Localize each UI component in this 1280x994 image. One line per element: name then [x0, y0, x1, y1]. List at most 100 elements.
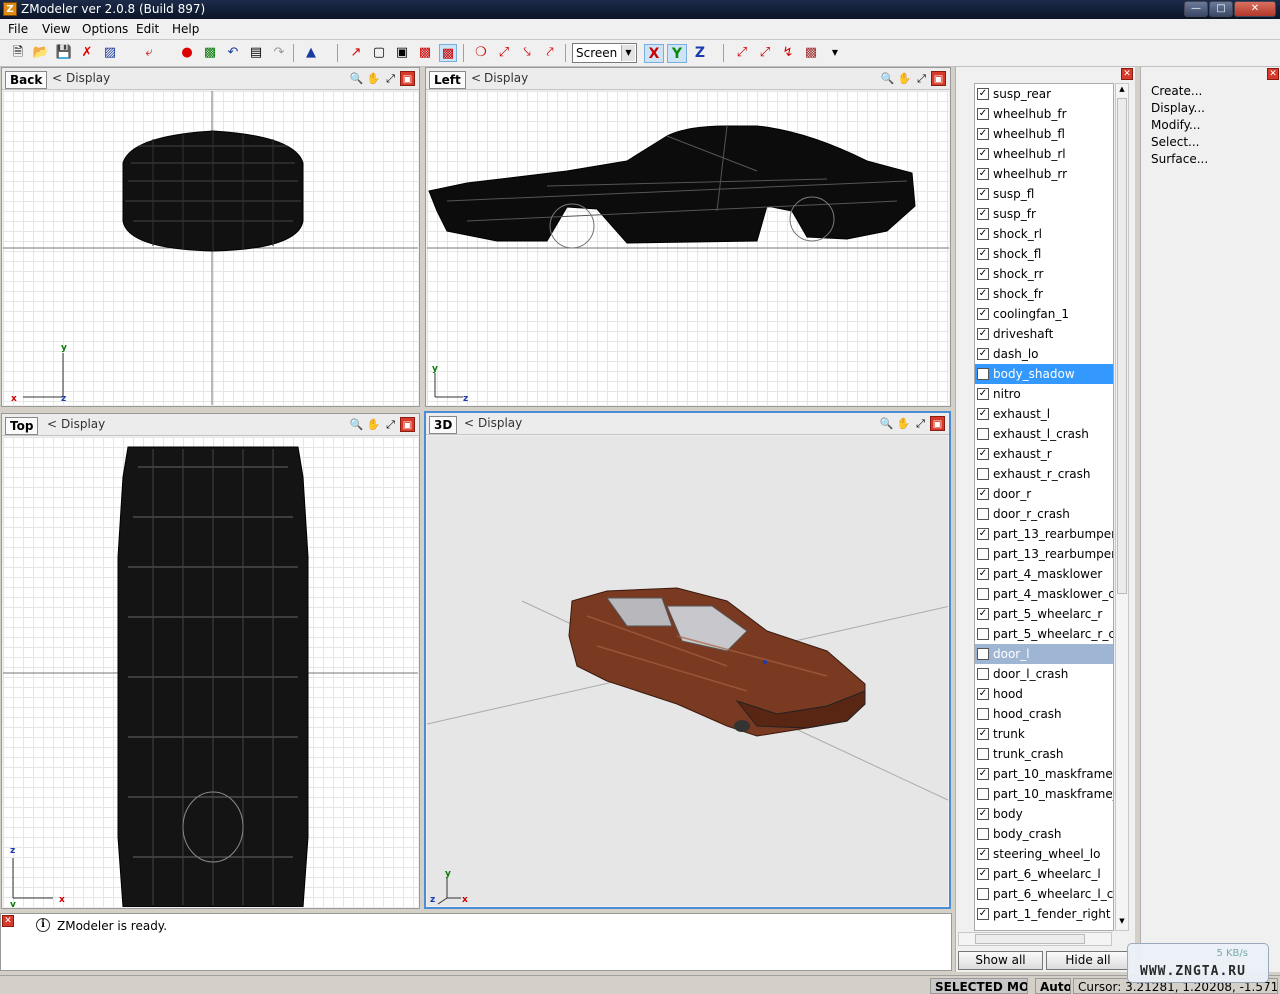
viewport-name[interactable]: Top [5, 417, 39, 435]
visibility-checkbox[interactable]: ✓ [977, 88, 989, 100]
visibility-checkbox[interactable]: ✓ [977, 648, 989, 660]
visibility-checkbox[interactable]: ✓ [977, 288, 989, 300]
maximize-viewport-icon[interactable]: ▣ [930, 416, 945, 431]
visibility-checkbox[interactable]: ✓ [977, 528, 989, 540]
list-item[interactable]: ✓ susp_fl [975, 184, 1113, 204]
visibility-checkbox[interactable]: ✓ [977, 128, 989, 140]
maximize-viewport-icon[interactable]: ▣ [400, 71, 415, 86]
snap-icon[interactable]: ⤢ [756, 44, 774, 62]
visibility-checkbox[interactable] [977, 508, 989, 520]
status-auto[interactable]: Auto [1035, 978, 1071, 994]
select-vertex-icon[interactable]: ↗ [347, 44, 365, 62]
undo-icon[interactable]: ⤶ [140, 44, 158, 62]
pan-hand-icon[interactable]: ✋ [897, 71, 912, 86]
visibility-checkbox[interactable] [977, 708, 989, 720]
list-item[interactable]: ✓ steering_wheel_lo [975, 844, 1113, 864]
select-face-icon[interactable]: ▣ [393, 44, 411, 62]
visibility-checkbox[interactable] [977, 428, 989, 440]
scroll-thumb[interactable] [1117, 98, 1127, 594]
visibility-checkbox[interactable]: ✓ [977, 448, 989, 460]
list-item[interactable]: trunk_crash [975, 744, 1113, 764]
visibility-checkbox[interactable]: ✓ [977, 608, 989, 620]
list-item[interactable]: part_4_masklower_cras [975, 584, 1113, 604]
list-item[interactable]: ✓ part_5_wheelarc_r [975, 604, 1113, 624]
properties-icon[interactable]: ▤ [247, 44, 265, 62]
list-item[interactable]: ✓ susp_rear [975, 84, 1113, 104]
object-list-scrollbar[interactable]: ▲ ▼ [1115, 83, 1129, 931]
list-item[interactable]: ✓ shock_rr [975, 264, 1113, 284]
rotate-icon[interactable]: ↶ [224, 44, 242, 62]
render-sphere-icon[interactable]: ● [178, 44, 196, 62]
visibility-checkbox[interactable]: ✓ [977, 408, 989, 420]
maximize-button[interactable]: □ [1209, 1, 1233, 17]
visibility-checkbox[interactable]: ✓ [977, 908, 989, 920]
scroll-up-icon[interactable]: ▲ [1117, 85, 1127, 97]
viewport-nav-button[interactable]: < [464, 416, 474, 430]
open-folder-icon[interactable]: 📂 [32, 44, 50, 62]
visibility-checkbox[interactable] [977, 368, 989, 380]
zoom-icon[interactable]: 🔍 [349, 417, 364, 432]
minimize-button[interactable]: — [1184, 1, 1208, 17]
viewport-3d[interactable]: 3D < Display 🔍 ✋ ⤢ ▣ y x z [424, 411, 951, 909]
visibility-checkbox[interactable] [977, 468, 989, 480]
viewport-canvas[interactable]: y x z [427, 436, 948, 906]
import-icon[interactable]: ▨ [101, 44, 119, 62]
viewport-nav-button[interactable]: < [471, 71, 481, 85]
list-item[interactable]: ✓ shock_fl [975, 244, 1113, 264]
list-item[interactable]: ✓ wheelhub_rl [975, 144, 1113, 164]
list-item[interactable]: body_crash [975, 824, 1113, 844]
show-all-button[interactable]: Show all [958, 951, 1043, 970]
viewport-left[interactable]: Left < Display 🔍 ✋ ⤢ ▣ y z [425, 67, 951, 407]
list-item[interactable]: ✓ exhaust_l [975, 404, 1113, 424]
command-select[interactable]: Select... [1151, 135, 1199, 149]
viewport-display-menu[interactable]: Display [61, 417, 105, 431]
visibility-checkbox[interactable] [977, 668, 989, 680]
zoom-icon[interactable]: 🔍 [880, 71, 895, 86]
visibility-checkbox[interactable]: ✓ [977, 808, 989, 820]
rotate-axis-icon[interactable]: ⤤ [541, 44, 559, 62]
list-item[interactable]: exhaust_r_crash [975, 464, 1113, 484]
menu-file[interactable]: File [8, 22, 28, 36]
visibility-checkbox[interactable]: ✓ [977, 268, 989, 280]
list-item[interactable]: ✓ hood [975, 684, 1113, 704]
pivot-icon[interactable]: ⤢ [733, 44, 751, 62]
select-group-icon[interactable]: ▩ [439, 44, 457, 62]
fit-view-icon[interactable]: ⤢ [383, 417, 398, 432]
viewport-top[interactable]: Top < Display 🔍 ✋ ⤢ ▣ z x y [1, 413, 420, 909]
maximize-viewport-icon[interactable]: ▣ [400, 417, 415, 432]
visibility-checkbox[interactable] [977, 888, 989, 900]
list-item[interactable]: ✓ driveshaft [975, 324, 1113, 344]
axis-x-toggle[interactable]: X [644, 44, 664, 63]
move-icon[interactable]: ⤢ [495, 44, 513, 62]
close-icon[interactable]: ✕ [2, 915, 14, 927]
list-item[interactable]: ✓ dash_lo [975, 344, 1113, 364]
viewport-name[interactable]: Left [429, 71, 466, 89]
close-icon[interactable]: ✕ [1267, 68, 1279, 80]
viewport-back[interactable]: Back < Display 🔍 ✋ ⤢ ▣ y x z [1, 67, 420, 407]
list-item[interactable]: ✓ exhaust_r [975, 444, 1113, 464]
list-item[interactable]: door_r_crash [975, 504, 1113, 524]
object-list[interactable]: ✓ susp_rear ✓ wheelhub_fr ✓ wheelhub_fl ✓ wheel… [974, 83, 1114, 931]
redo-icon[interactable]: ↷ [270, 44, 288, 62]
command-surface[interactable]: Surface... [1151, 152, 1208, 166]
list-item[interactable]: ✓ shock_fr [975, 284, 1113, 304]
list-item[interactable]: ✓ shock_rl [975, 224, 1113, 244]
list-item[interactable]: part_5_wheelarc_r_crasl [975, 624, 1113, 644]
list-item[interactable]: ✓ door_r [975, 484, 1113, 504]
visibility-checkbox[interactable]: ✓ [977, 168, 989, 180]
list-item[interactable]: ✓ door_l [975, 644, 1113, 664]
select-edge-icon[interactable]: ▢ [370, 44, 388, 62]
visibility-checkbox[interactable]: ✓ [977, 388, 989, 400]
list-item[interactable]: part_10_maskframe_cra [975, 784, 1113, 804]
fit-view-icon[interactable]: ⤢ [913, 416, 928, 431]
list-item[interactable]: part_6_wheelarc_l_crash [975, 884, 1113, 904]
command-create[interactable]: Create... [1151, 84, 1202, 98]
viewport-nav-button[interactable]: < [52, 71, 62, 85]
viewport-canvas[interactable]: y x z [3, 91, 418, 405]
close-window-button[interactable]: ✕ [1234, 1, 1276, 17]
menu-edit[interactable]: Edit [136, 22, 159, 36]
save-icon[interactable]: 💾 [55, 44, 73, 62]
zoom-icon[interactable]: 🔍 [349, 71, 364, 86]
visibility-checkbox[interactable] [977, 628, 989, 640]
figure-icon[interactable]: ↯ [779, 44, 797, 62]
